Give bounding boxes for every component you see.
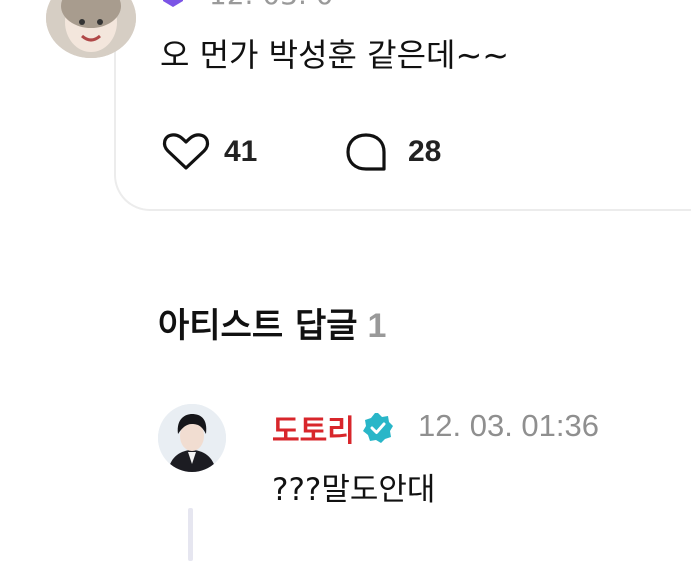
like-button[interactable]: 41 [160,132,257,172]
artist-reply-body: ???말도안대 [272,472,436,508]
comment-body: 오 먼가 박성훈 같은데~~ [160,36,510,74]
membership-badge-icon [163,0,183,7]
artist-avatar[interactable] [158,404,226,472]
comment-meta: ​ 12. 03. 0 [160,0,691,12]
artist-replies-title: 아티스트 답글 [158,306,358,346]
artist-name[interactable]: 도토리 [272,406,355,450]
verified-badge-icon [363,413,393,443]
artist-replies-header: 아티스트 답글 1 [158,298,386,347]
heart-icon [162,133,210,170]
artist-reply-timestamp: 12. 03. 01:36 [418,408,599,443]
like-count: 41 [224,135,258,168]
comment-timestamp: 12. 03. 0 [209,0,334,11]
artist-replies-count: 1 [367,307,387,345]
thread-connector-line [188,508,193,561]
comment-bubble-icon [346,133,386,171]
reply-button[interactable]: 28 [344,132,441,172]
reply-count: 28 [408,135,442,168]
